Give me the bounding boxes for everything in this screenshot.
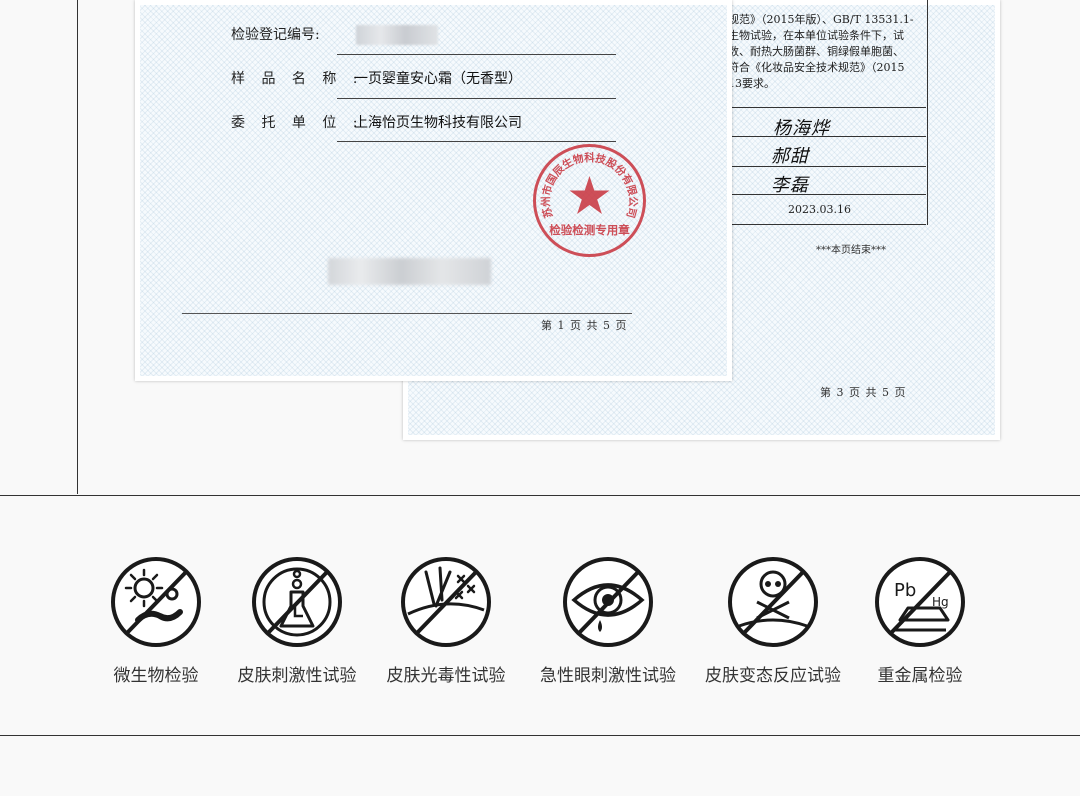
test-item-heavy-metal: Pb Hg 重金属检验: [835, 554, 1005, 686]
page-end-note: ***本页结束***: [816, 245, 886, 256]
seal-subtext: 检验检测专用章: [549, 223, 630, 237]
test-item-label: 皮肤变态反应试验: [705, 666, 841, 686]
test-item-label: 皮肤光毒性试验: [386, 666, 506, 686]
flask-icon: [252, 557, 342, 647]
sample-name-label: 样 品 名 称 :: [231, 71, 364, 87]
test-item-phototoxicity: 皮肤光毒性试验: [361, 554, 531, 686]
field-underline: [337, 54, 616, 55]
signature-compiler: 杨海烨: [773, 118, 830, 139]
client-label: 委 托 单 位 :: [231, 115, 364, 131]
sample-name-value: 一页婴童安心霜（无香型）: [354, 71, 522, 87]
sign-date: 2023.03.16: [788, 203, 851, 216]
reg-no-redacted: [356, 25, 438, 45]
signature-reviewer: 郝甜: [771, 146, 809, 167]
official-seal: 苏州市国辰生物科技股份有限公司 检验检测专用章: [533, 144, 646, 257]
signature-table: [728, 0, 928, 225]
table-line: [728, 194, 926, 195]
signature-approver: 李磊: [771, 175, 809, 196]
table-line: [728, 166, 926, 167]
section-divider: [0, 495, 1080, 496]
table-line: [728, 224, 926, 225]
table-line: [728, 107, 926, 108]
client-value: 上海怡页生物科技有限公司: [354, 115, 522, 131]
test-item-eye-irritation: 急性眼刺激性试验: [523, 554, 693, 686]
test-item-label: 急性眼刺激性试验: [540, 666, 676, 686]
lab-name-redacted: [328, 258, 491, 285]
test-item-label: 皮肤刺激性试验: [237, 666, 357, 686]
test-item-skin-irritation: 皮肤刺激性试验: [212, 554, 382, 686]
sunlight-skin-icon: [401, 557, 491, 647]
heavy-metal-icon: Pb Hg: [875, 557, 965, 647]
page-number-front: 第 1 页 共 5 页: [541, 319, 628, 332]
left-rule: [77, 0, 78, 494]
eye-tear-icon: [563, 557, 653, 647]
test-item-skin-sensitization: 皮肤变态反应试验: [688, 554, 858, 686]
skull-icon: [728, 557, 818, 647]
test-item-label: 重金属检验: [877, 666, 963, 686]
reg-no-label: 检验登记编号:: [231, 27, 320, 43]
star-icon: [569, 176, 610, 214]
page-number-back: 第 3 页 共 5 页: [820, 386, 907, 399]
microbe-icon: [111, 557, 201, 647]
lead-symbol: Pb: [894, 580, 916, 601]
page-bottom-rule: [182, 313, 632, 314]
section-divider: [0, 735, 1080, 736]
field-underline: [337, 98, 616, 99]
